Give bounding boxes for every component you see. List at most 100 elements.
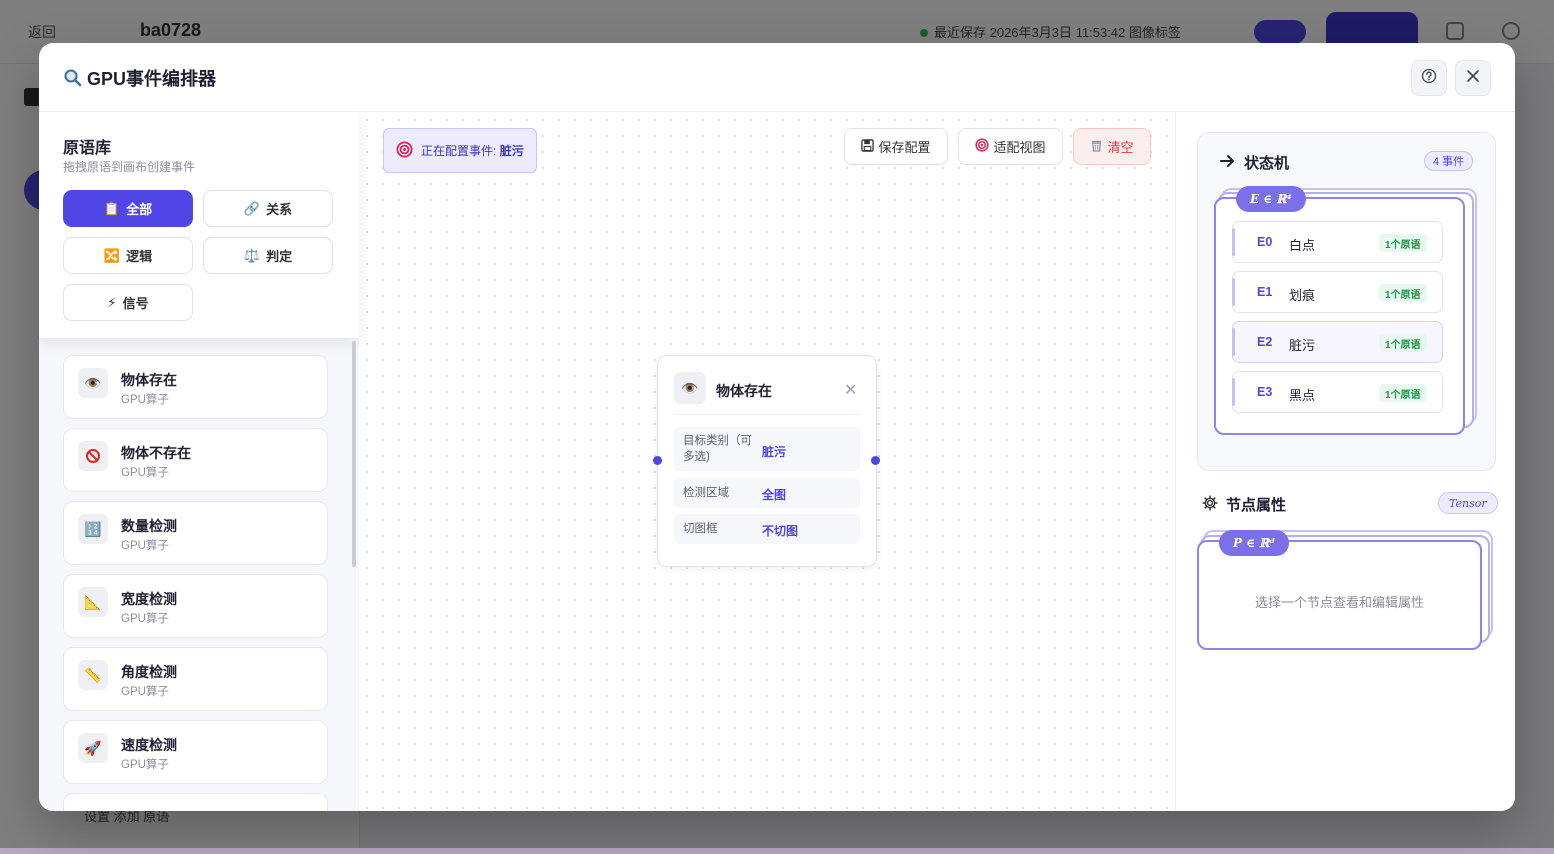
primitive-type: GPU算子 — [121, 540, 169, 552]
event-item-bar — [1232, 278, 1235, 306]
modal-title: GPU事件编排器 — [63, 65, 216, 91]
node-input-port[interactable] — [653, 456, 662, 465]
event-item-bar — [1232, 378, 1235, 406]
prop-key: 目标类别（可多选) — [683, 435, 752, 463]
magnifier-icon — [63, 68, 83, 88]
primitive-type: GPU算子 — [121, 686, 169, 698]
property-space-label: P ∈ ℝᵈ — [1219, 530, 1290, 556]
clear-button[interactable]: 清空 — [1073, 128, 1151, 165]
prop-value: 全图 — [762, 488, 787, 502]
target-icon — [396, 140, 413, 161]
primitive-node-object-exists[interactable]: 👁️ 物体存在 ✕ 目标类别（可多选) 脏污 检测区域 全图 切图框 不切图 — [657, 355, 877, 567]
filter-judge[interactable]: ⚖️ 判定 — [203, 237, 333, 274]
prop-key: 检测区域 — [683, 487, 729, 499]
filter-label: 逻辑 — [126, 249, 153, 264]
primitive-list[interactable]: 👁️ 物体存在 GPU算子 物体不存在 GPU算子 🔢 数量检测 GPU算子 📐… — [39, 338, 359, 811]
lightning-icon: ⚡ — [107, 294, 117, 310]
filter-all[interactable]: 📋 全部 — [63, 190, 193, 227]
save-config-label: 保存配置 — [878, 140, 931, 155]
triangle-ruler-icon: 📐 — [78, 587, 108, 617]
numbers-icon: 🔢 — [78, 514, 108, 544]
primitive-card-count-detection[interactable]: 🔢 数量检测 GPU算子 — [63, 501, 328, 565]
help-button[interactable] — [1411, 60, 1447, 96]
prohibited-icon — [78, 441, 108, 471]
filter-label: 判定 — [266, 249, 293, 264]
arrow-right-icon — [1220, 154, 1236, 172]
prop-key: 切图框 — [683, 523, 718, 535]
primitive-name: 速度检测 — [121, 737, 177, 753]
library-header: 原语库 拖拽原语到画布创建事件 📋 全部 🔗 关系 🔀 逻辑 ⚖️ 判定 ⚡ 信… — [39, 112, 359, 338]
help-circle-icon — [1421, 68, 1437, 89]
primitive-type: GPU算子 — [121, 467, 169, 479]
node-prop-target-class[interactable]: 目标类别（可多选) 脏污 — [674, 427, 860, 471]
node-delete-icon[interactable]: ✕ — [844, 380, 857, 400]
library-scrollbar[interactable] — [352, 341, 356, 567]
close-icon — [1465, 68, 1481, 89]
primitive-name: 物体存在 — [121, 372, 177, 388]
node-prop-crop-box[interactable]: 切图框 不切图 — [674, 514, 860, 544]
event-stack: E0 白点 1个原语 E1 划痕 1个原语 E2 脏污 1个原语 E3 黑点 1… — [1214, 197, 1465, 435]
state-machine-panel: 状态机 4 事件 E0 白点 1个原语 E1 划痕 1个原语 E2 脏污 1个原… — [1197, 132, 1496, 471]
state-machine-title: 状态机 — [1220, 152, 1289, 173]
filter-label: 全部 — [126, 202, 153, 217]
event-item-bar — [1232, 228, 1235, 256]
primitive-name: 数量检测 — [121, 518, 177, 534]
event-item-e2[interactable]: E2 脏污 1个原语 — [1232, 321, 1443, 363]
node-prop-detect-region[interactable]: 检测区域 全图 — [674, 478, 860, 508]
event-item-e3[interactable]: E3 黑点 1个原语 — [1232, 371, 1443, 413]
filter-relation[interactable]: 🔗 关系 — [203, 190, 333, 227]
event-primitive-count: 1个原语 — [1379, 284, 1427, 302]
library-title: 原语库 — [63, 140, 112, 157]
prop-value: 脏污 — [762, 445, 787, 459]
event-canvas[interactable]: 正在配置事件: 脏污 保存配置 适配视图 清空 👁️ 物体存在 ✕ 目标类别（可… — [359, 112, 1175, 811]
event-primitive-count: 1个原语 — [1379, 334, 1427, 352]
primitive-name: 宽度检测 — [121, 591, 177, 607]
primitive-card-object-exists[interactable]: 👁️ 物体存在 GPU算子 — [63, 355, 328, 419]
eye-icon: 👁️ — [674, 372, 706, 404]
tensor-badge: Tensor — [1438, 492, 1498, 514]
prop-value: 不切图 — [762, 524, 799, 538]
primitive-card-partial[interactable] — [63, 793, 328, 811]
primitive-type: GPU算子 — [121, 613, 169, 625]
filter-logic[interactable]: 🔀 逻辑 — [63, 237, 193, 274]
primitive-library-panel: 原语库 拖拽原语到画布创建事件 📋 全部 🔗 关系 🔀 逻辑 ⚖️ 判定 ⚡ 信… — [39, 112, 359, 811]
ruler-icon: 📏 — [78, 660, 108, 690]
right-panel: 状态机 4 事件 E0 白点 1个原语 E1 划痕 1个原语 E2 脏污 1个原… — [1175, 112, 1515, 811]
eye-icon: 👁️ — [78, 368, 108, 398]
primitive-card-object-absent[interactable]: 物体不存在 GPU算子 — [63, 428, 328, 492]
event-primitive-count: 1个原语 — [1379, 384, 1427, 402]
event-name: 白点 — [1289, 238, 1316, 253]
floppy-disk-icon — [861, 138, 875, 155]
event-item-e1[interactable]: E1 划痕 1个原语 — [1232, 271, 1443, 313]
link-icon: 🔗 — [243, 200, 261, 216]
event-name: 黑点 — [1289, 388, 1316, 403]
filter-signal[interactable]: ⚡ 信号 — [63, 284, 193, 321]
close-button[interactable] — [1455, 60, 1491, 96]
fit-view-button[interactable]: 适配视图 — [958, 128, 1063, 165]
trash-icon — [1090, 139, 1103, 155]
event-primitive-count: 1个原语 — [1379, 234, 1427, 252]
primitive-name: 角度检测 — [121, 664, 177, 680]
filter-label: 信号 — [122, 296, 149, 311]
state-machine-title-text: 状态机 — [1244, 155, 1290, 172]
save-config-button[interactable]: 保存配置 — [844, 128, 948, 165]
event-item-e0[interactable]: E0 白点 1个原语 — [1232, 221, 1443, 263]
node-properties-empty-text: 选择一个节点查看和编辑属性 — [1254, 595, 1424, 610]
clear-label: 清空 — [1107, 140, 1134, 155]
clipboard-icon: 📋 — [103, 200, 121, 216]
filter-label: 关系 — [266, 202, 293, 217]
event-id: E0 — [1257, 235, 1273, 249]
gear-icon — [1202, 494, 1218, 515]
primitive-type: GPU算子 — [121, 759, 169, 771]
fit-view-label: 适配视图 — [993, 140, 1046, 155]
rocket-icon: 🚀 — [78, 733, 108, 763]
node-output-port[interactable] — [871, 456, 880, 465]
node-title: 物体存在 — [716, 383, 772, 399]
modal-title-text: GPU事件编排器 — [87, 69, 217, 89]
primitive-card-speed-detection[interactable]: 🚀 速度检测 GPU算子 — [63, 720, 328, 784]
primitive-card-width-detection[interactable]: 📐 宽度检测 GPU算子 — [63, 574, 328, 638]
event-count-badge: 4 事件 — [1424, 151, 1474, 171]
configuring-event-chip: 正在配置事件: 脏污 — [383, 128, 537, 173]
node-divider — [674, 414, 860, 415]
primitive-card-angle-detection[interactable]: 📏 角度检测 GPU算子 — [63, 647, 328, 711]
